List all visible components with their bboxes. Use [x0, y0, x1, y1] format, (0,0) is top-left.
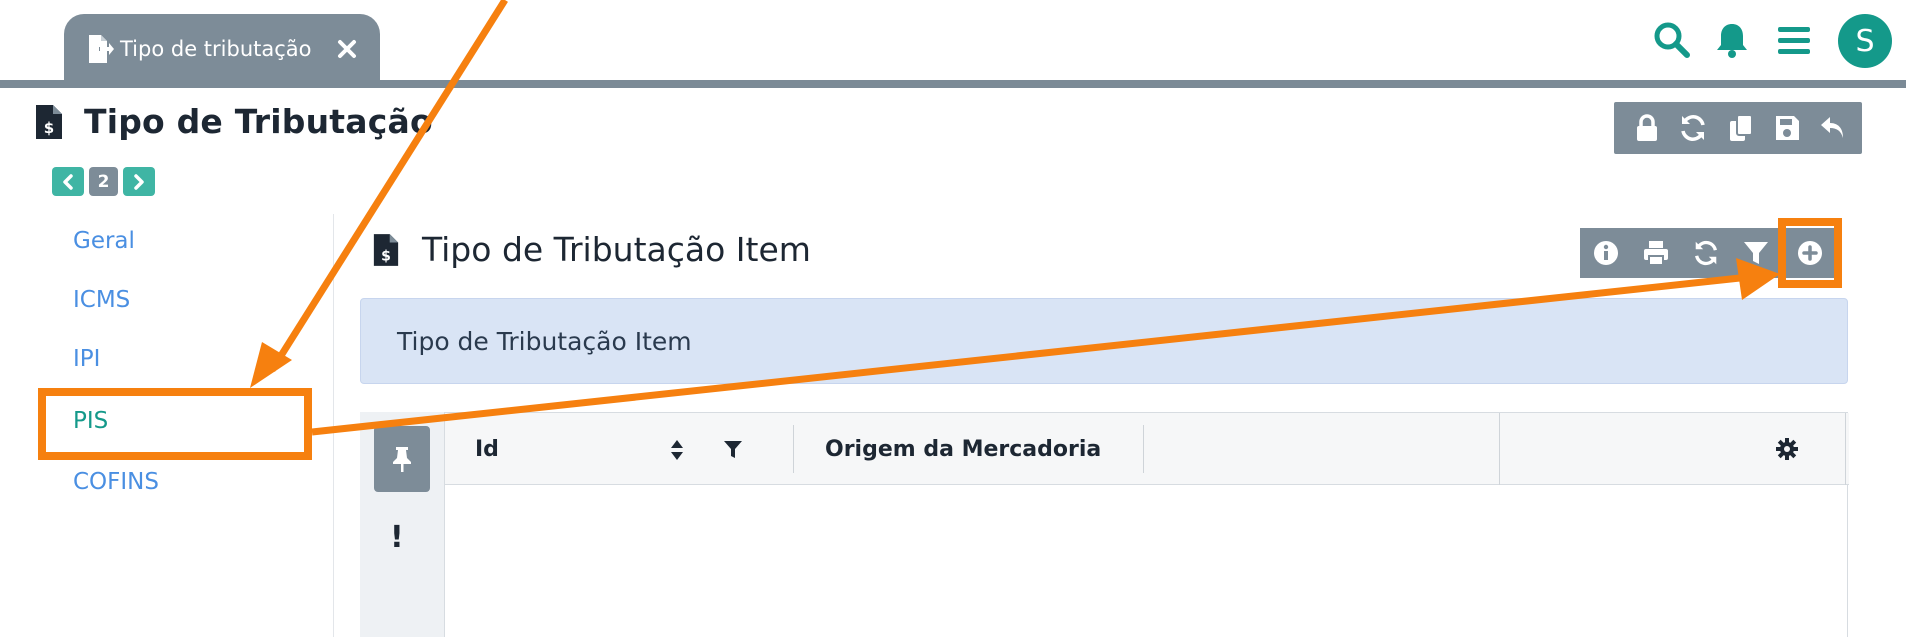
- tab-bar-divider: [0, 80, 1906, 88]
- gear-icon[interactable]: [1775, 437, 1799, 461]
- invoice-dollar-icon: $: [36, 104, 62, 139]
- pin-button[interactable]: [374, 426, 430, 492]
- section-info-panel: Tipo de Tributação Item: [360, 298, 1848, 384]
- chevron-left-icon: [63, 173, 73, 190]
- filter-icon[interactable]: [1742, 239, 1770, 267]
- exclamation-icon: !: [390, 520, 404, 555]
- tab-label: Tipo de tributação: [120, 37, 312, 61]
- pis-highlight-box: [38, 388, 312, 460]
- grid-header: Id Origem da Mercadoria: [445, 413, 1849, 485]
- pin-icon: [393, 447, 411, 472]
- record-index: 2: [89, 167, 118, 196]
- section-title: Tipo de Tributação Item: [422, 230, 811, 269]
- sidebar-item-icms[interactable]: ICMS: [73, 287, 130, 313]
- info-icon[interactable]: [1592, 239, 1620, 267]
- column-separator: [1845, 413, 1846, 485]
- svg-text:$: $: [381, 248, 391, 264]
- section-header: $ Tipo de Tributação Item: [372, 230, 811, 269]
- add-circle-icon[interactable]: [1796, 239, 1824, 267]
- document-export-icon: [89, 35, 114, 63]
- data-grid: Id Origem da Mercadoria: [444, 412, 1849, 637]
- prev-record-button[interactable]: [52, 167, 84, 196]
- menu-icon[interactable]: [1774, 20, 1814, 60]
- top-bar: Tipo de tributação S: [0, 0, 1906, 84]
- user-avatar[interactable]: S: [1838, 14, 1892, 68]
- sidebar-item-ipi[interactable]: IPI: [73, 346, 100, 372]
- info-text: Tipo de Tributação Item: [397, 326, 692, 356]
- sync-icon[interactable]: [1692, 239, 1720, 267]
- close-icon[interactable]: [334, 36, 360, 62]
- save-icon[interactable]: [1772, 113, 1802, 143]
- print-icon[interactable]: [1642, 239, 1670, 267]
- chevron-right-icon: [134, 173, 144, 190]
- copy-icon[interactable]: [1726, 113, 1756, 143]
- tab-tipo-de-tributacao[interactable]: Tipo de tributação: [64, 14, 380, 84]
- column-separator[interactable]: [793, 425, 794, 473]
- grid-side-tools: !: [360, 412, 444, 637]
- invoice-dollar-icon: $: [373, 233, 399, 266]
- sync-icon[interactable]: [1678, 113, 1708, 143]
- sidebar-item-geral[interactable]: Geral: [73, 228, 135, 254]
- column-separator[interactable]: [1143, 425, 1144, 473]
- undo-icon[interactable]: [1818, 113, 1848, 143]
- main-toolbar: [1614, 102, 1862, 154]
- page-title: Tipo de Tributação: [84, 102, 433, 141]
- filter-icon[interactable]: [723, 439, 743, 461]
- sort-icon[interactable]: [669, 439, 685, 461]
- svg-text:$: $: [44, 119, 54, 137]
- column-separator: [1499, 413, 1500, 485]
- column-header-origem-da-mercadoria[interactable]: Origem da Mercadoria: [825, 437, 1101, 462]
- sidebar-item-cofins[interactable]: COFINS: [73, 469, 159, 495]
- record-pager: 2: [52, 167, 160, 196]
- column-header-id[interactable]: Id: [475, 437, 499, 462]
- page-header: $ Tipo de Tributação: [34, 102, 433, 141]
- next-record-button[interactable]: [123, 167, 155, 196]
- bell-icon[interactable]: [1712, 20, 1752, 60]
- search-icon[interactable]: [1652, 20, 1692, 60]
- lock-icon[interactable]: [1632, 113, 1662, 143]
- section-toolbar: [1580, 218, 1842, 288]
